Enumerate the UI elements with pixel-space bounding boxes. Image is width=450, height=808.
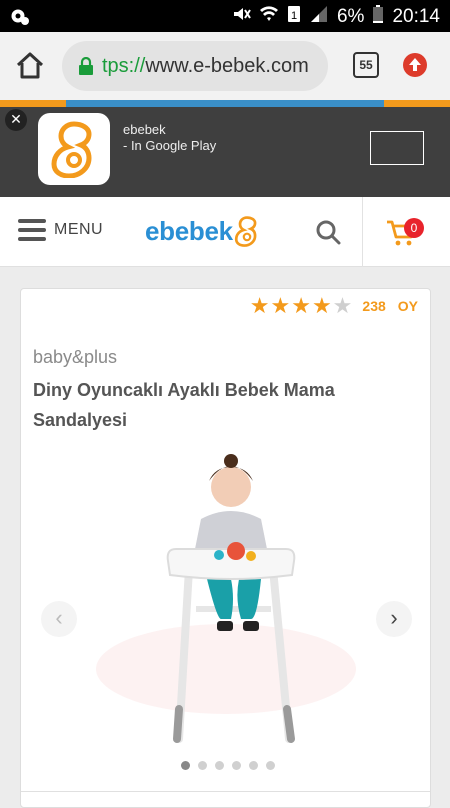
banner-close-button[interactable]: ✕ [5,109,27,131]
product-card: ★ ★ ★ ★ ★ 238 OY baby&plus Diny Oyuncaklı Ay… [20,288,431,808]
menu-label: MENU [54,221,104,238]
star-icon: ★ [332,293,353,318]
gallery-dot[interactable] [215,761,224,770]
product-rating[interactable]: ★ ★ ★ ★ ★ 238 OY [250,295,418,317]
site-logo[interactable]: ebebek [145,214,261,248]
app-icon[interactable] [38,113,110,185]
banner-app-name: ebebek [123,122,166,137]
address-bar[interactable]: tps://www.e-bebek.com [62,41,328,91]
url-scheme: tps:// [102,54,146,77]
product-image[interactable] [71,439,381,749]
signal-icon [309,4,329,30]
wifi-icon [259,4,279,30]
strip-segment-blue [66,100,384,107]
gallery-next-button[interactable]: › [376,601,412,637]
banner-install-button[interactable] [370,131,424,165]
mute-icon [231,4,251,30]
browser-toolbar: tps://www.e-bebek.com 55 [0,32,450,100]
status-bar: 1 6% 20:14 [0,0,450,32]
ebebek-logo-mark-icon [234,216,257,247]
gallery-prev-button[interactable]: ‹ [41,601,77,637]
hamburger-icon [18,219,46,241]
product-brand[interactable]: baby&plus [33,347,117,368]
site-header: MENU ebebek [0,197,450,267]
sim-icon: 1 [287,4,301,30]
svg-text:1: 1 [291,10,297,22]
high-chair-photo [96,454,356,743]
logo-text: ebebek [145,215,233,246]
notification-icon [10,6,30,31]
rating-stars: ★ ★ ★ ★ ★ [250,295,353,317]
tab-switcher-button[interactable]: 55 [353,52,379,78]
search-button[interactable] [315,219,341,245]
gallery-dot[interactable] [266,761,275,770]
card-divider [21,791,430,792]
star-icon: ★ [249,293,270,318]
gallery-dots [181,761,275,770]
search-icon [316,220,341,245]
home-icon [16,52,44,79]
strip-segment-orange-right [384,100,450,107]
gallery-dot[interactable] [181,761,190,770]
battery-percent: 6% [336,6,365,27]
menu-button[interactable]: MENU [18,219,103,241]
gallery-dot[interactable] [232,761,241,770]
review-count: 238 [362,298,386,314]
lock-icon [79,57,93,75]
clock: 20:14 [392,6,440,27]
cart-count-badge: 0 [404,218,424,238]
star-icon: ★ [291,293,311,318]
url-text: tps://www.e-bebek.com [102,55,309,78]
strip-segment-orange [0,100,66,107]
url-host: www.e-bebek.com [145,54,309,77]
header-divider [362,197,363,267]
update-button[interactable] [403,53,427,77]
banner-store-text: - In Google Play [123,138,217,153]
gallery-dot[interactable] [198,761,207,770]
home-button[interactable] [14,50,46,82]
battery-icon [372,4,384,30]
ebebek-logo-icon [51,121,92,178]
color-strip [0,100,450,107]
app-install-banner: ✕ ebebek - In Google Play [0,107,450,197]
star-icon: ★ [311,293,332,318]
star-icon: ★ [270,293,291,318]
gallery-dot[interactable] [249,761,258,770]
product-title: Diny Oyuncaklı Ayaklı Bebek Mama Sandaly… [33,380,335,430]
review-suffix: OY [397,298,418,314]
arrow-up-icon [409,58,421,71]
